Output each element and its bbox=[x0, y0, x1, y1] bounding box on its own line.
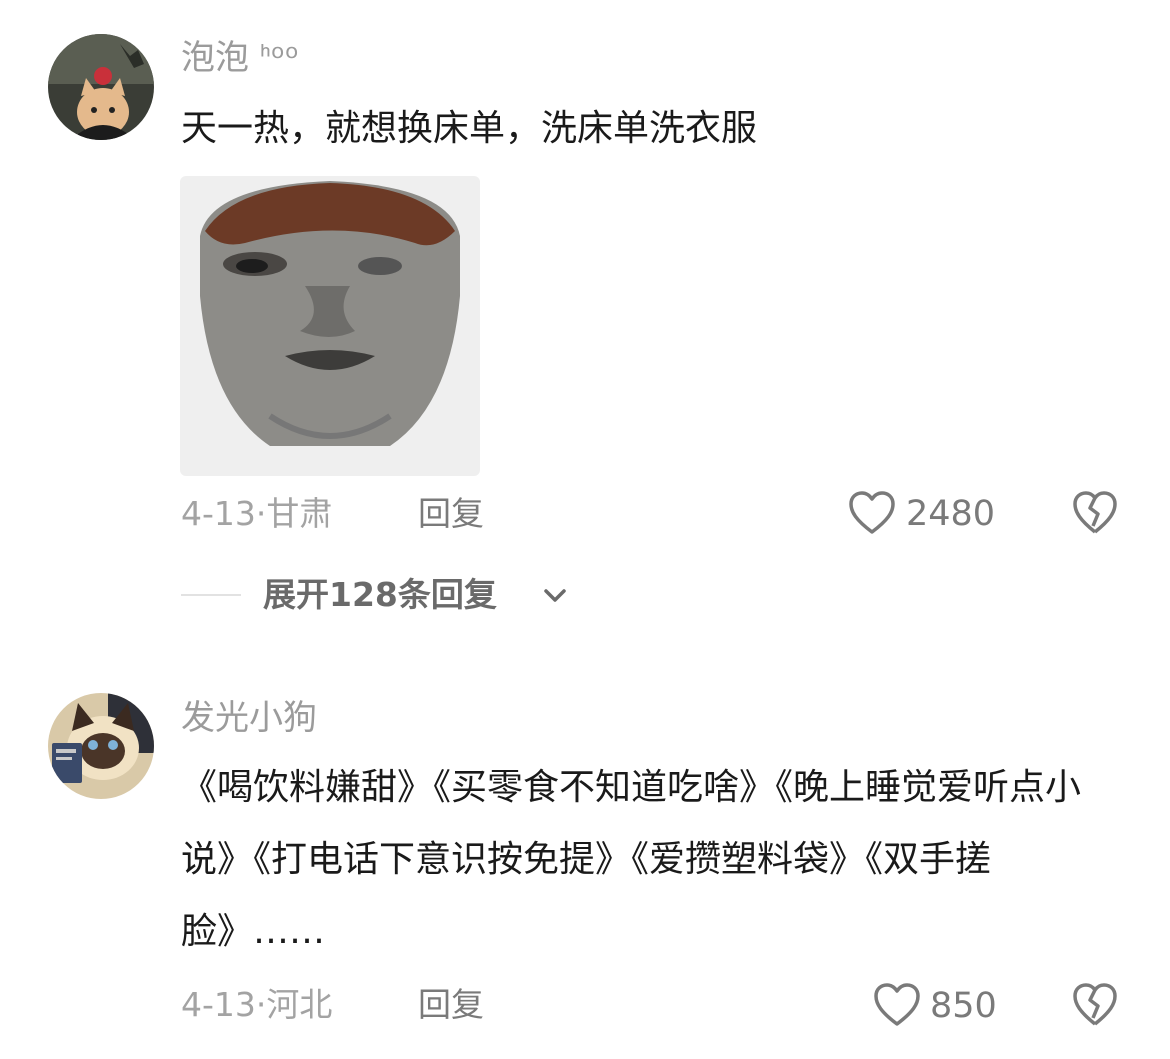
heart-outline-icon[interactable] bbox=[873, 982, 921, 1028]
comment-text: 《喝饮料嫌甜》《买零食不知道吃啥》《晚上睡觉爱听点小说》《打电话下意识按免提》《… bbox=[181, 767, 1082, 952]
comment-location: 甘肃 bbox=[266, 494, 333, 533]
comment-date: 4-13 bbox=[181, 985, 256, 1024]
expand-replies-label: 展开128条回复 bbox=[263, 575, 497, 614]
username[interactable]: 发光小狗 bbox=[181, 698, 317, 738]
username[interactable]: 泡泡 ᑋᵒᵒ bbox=[181, 38, 299, 78]
broken-heart-icon[interactable] bbox=[1072, 490, 1118, 536]
avatar[interactable] bbox=[48, 34, 154, 140]
reply-button[interactable]: 回复 bbox=[418, 985, 484, 1025]
heart-outline-icon[interactable] bbox=[848, 490, 896, 536]
chevron-down-icon[interactable] bbox=[541, 583, 569, 607]
siamese-cat-avatar-icon bbox=[48, 693, 154, 799]
comment-meta: 4-13·甘肃 bbox=[181, 494, 333, 533]
reply-button[interactable]: 回复 bbox=[418, 494, 484, 534]
like-count: 2480 bbox=[906, 494, 996, 534]
comment-location: 河北 bbox=[266, 985, 333, 1024]
comment-text: 天一热，就想换床单，洗床单洗衣服 bbox=[181, 108, 758, 149]
broken-heart-icon[interactable] bbox=[1072, 982, 1118, 1028]
comment-date: 4-13 bbox=[181, 494, 256, 533]
cat-avatar-icon bbox=[48, 34, 154, 140]
avatar[interactable] bbox=[48, 693, 154, 799]
expand-divider bbox=[181, 594, 241, 596]
expand-replies-button[interactable]: 展开128条回复 bbox=[263, 575, 497, 615]
comment-meta: 4-13·河北 bbox=[181, 985, 333, 1024]
like-count: 850 bbox=[930, 986, 997, 1026]
face-meme-image[interactable] bbox=[180, 176, 480, 476]
